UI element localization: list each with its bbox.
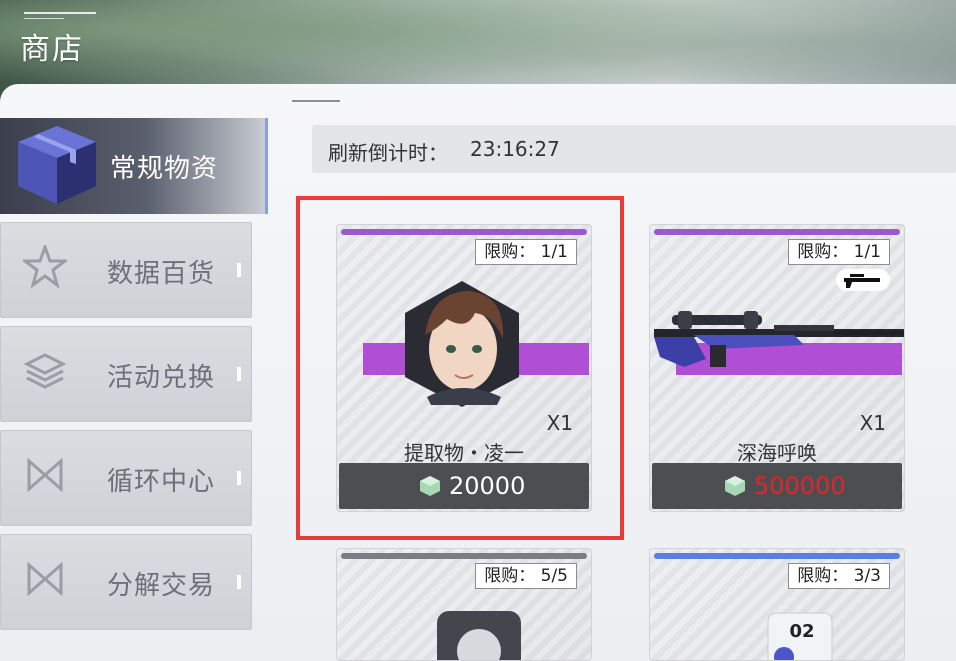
- sidebar-item-indicator: [237, 367, 241, 381]
- purchase-limit-badge: 限购： 3/3: [788, 563, 890, 589]
- sidebar-item-data-store[interactable]: 数据百货: [0, 222, 252, 318]
- refresh-timer-label: 刷新倒计时：: [328, 141, 448, 165]
- rarity-bar: [341, 553, 587, 559]
- page-title: 商店: [20, 32, 84, 67]
- sidebar-item-label: 数据百货: [107, 259, 216, 289]
- sidebar-item-label: 常规物资: [110, 154, 219, 184]
- item-token-image: [437, 611, 521, 660]
- sidebar-item-cycle-center[interactable]: 循环中心: [0, 430, 252, 526]
- sidebar-item-label: 分解交易: [107, 571, 216, 601]
- sidebar-item-indicator: [237, 471, 241, 485]
- item-quantity: X1: [859, 411, 886, 435]
- sidebar-item-decompose-trade[interactable]: 分解交易: [0, 534, 252, 630]
- panel-tab-marker: [292, 90, 340, 102]
- sidebar-item-label: 循环中心: [107, 467, 216, 497]
- svg-text:02: 02: [789, 621, 814, 642]
- price-bar[interactable]: 500000: [652, 463, 902, 509]
- item-ticket-image: 02: [767, 612, 833, 660]
- shop-item-card[interactable]: 限购： 5/5: [336, 548, 592, 661]
- sidebar-item-regular-supplies[interactable]: 常规物资: [0, 118, 268, 214]
- sidebar-item-label: 活动兑换: [107, 363, 216, 393]
- layers-icon: [23, 353, 67, 389]
- shop-item-card[interactable]: 限购： 3/3 02: [649, 548, 905, 661]
- shop-item-card[interactable]: 限购： 1/1 X1 深海呼唤 500000: [649, 224, 905, 512]
- refresh-timer: 刷新倒计时： 23:16:27: [312, 125, 956, 173]
- sidebar-item-event-exchange[interactable]: 活动兑换: [0, 326, 252, 422]
- rarity-bar: [654, 553, 900, 559]
- item-name: 深海呼唤: [737, 441, 817, 465]
- currency-gem-icon: [725, 476, 745, 496]
- sidebar-item-indicator: [237, 575, 241, 589]
- box-icon: [18, 126, 96, 204]
- sniper-rifle-image: [654, 311, 904, 367]
- price-amount: 500000: [754, 472, 846, 500]
- title-decoration: [24, 12, 96, 19]
- weapon-type-badge: [836, 269, 890, 291]
- selection-highlight: [296, 196, 624, 540]
- star-icon: [23, 245, 67, 289]
- bowtie-icon: [27, 561, 63, 597]
- rifle-icon: [844, 274, 880, 288]
- refresh-timer-value: 23:16:27: [470, 137, 560, 161]
- purchase-limit-badge: 限购： 1/1: [788, 239, 890, 265]
- purchase-limit-badge: 限购： 5/5: [475, 563, 577, 589]
- rarity-bar: [654, 229, 900, 235]
- category-sidebar: 常规物资 数据百货 活动兑换 循环中心 分解交易: [0, 118, 270, 661]
- bowtie-icon: [27, 457, 63, 493]
- sidebar-item-indicator: [237, 263, 241, 277]
